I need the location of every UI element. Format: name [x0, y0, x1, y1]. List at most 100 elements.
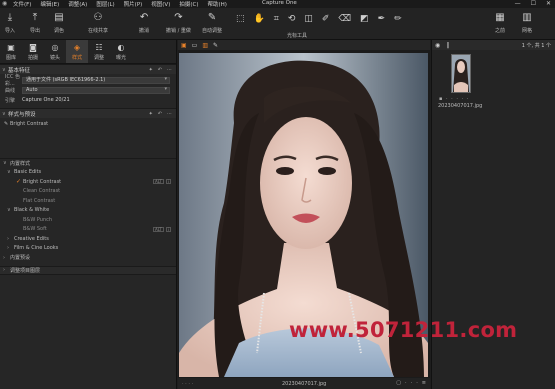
group-black-white[interactable]: ∨ Black & White: [0, 206, 176, 216]
reset-icon[interactable]: ↶: [158, 67, 162, 73]
style-item-clean-contrast[interactable]: Clean Contrast: [0, 187, 176, 197]
frame-icon[interactable]: ▢: [396, 380, 401, 386]
import-button[interactable]: ⤓ 导入: [5, 11, 15, 34]
hand-icon[interactable]: ✋: [254, 14, 265, 24]
layer-adjust-header[interactable]: › 调整项目图层: [0, 265, 176, 275]
tab-adjust[interactable]: ☷ 调整: [88, 40, 110, 63]
app-icon: ◉: [2, 0, 8, 7]
applied-style-name: Bright Contrast: [10, 120, 49, 127]
picker-icon[interactable]: ✒: [378, 14, 386, 24]
tab-lens[interactable]: ◎ 镜头: [44, 40, 66, 63]
builtin-presets-header[interactable]: › 内置预设: [0, 253, 176, 263]
redo-icon: ↷: [174, 12, 183, 23]
pin-icon[interactable]: ✦: [149, 67, 153, 73]
tab-styles[interactable]: ◈ 样式: [66, 40, 88, 63]
applied-style: ✎ Bright Contrast: [0, 118, 176, 129]
icc-profile-select[interactable]: 通用于文件 (sRGB IEC61966-2.1): [22, 76, 170, 84]
style-item-flat-contrast[interactable]: Flat Contrast: [0, 196, 176, 206]
undo-icon: ↶: [139, 12, 149, 23]
menu-photo[interactable]: 照片(P): [124, 0, 143, 8]
keystone-icon[interactable]: ◫: [304, 14, 313, 24]
compare-view-icon[interactable]: ▭: [192, 42, 198, 49]
manage-button[interactable]: ▤ 调色: [54, 11, 64, 34]
window-controls: — ☐ ✕: [515, 0, 551, 7]
menu-file[interactable]: 文件(F): [13, 0, 31, 8]
menu-help[interactable]: 帮助(H): [207, 0, 226, 8]
chevron-right-icon: ›: [7, 235, 9, 242]
style-badges: ALT i: [153, 179, 171, 184]
menu-icon[interactable]: ≡: [422, 380, 426, 386]
pin-icon[interactable]: ✦: [149, 111, 153, 117]
menu-view[interactable]: 视图(V): [151, 0, 170, 8]
style-item-bw-soft[interactable]: B&W Soft ALT i: [0, 225, 176, 235]
share-button[interactable]: ⚇ 在线共享: [88, 11, 108, 34]
styles-presets-header[interactable]: ∨ 样式与预设 ✦ ↶ ⋯: [0, 108, 176, 118]
style-badges: ALT i: [153, 226, 171, 232]
multi-view-icon[interactable]: ▥: [202, 42, 208, 49]
curve-select[interactable]: Auto: [22, 86, 170, 94]
section-tools: ✦ ↶ ⋯: [149, 67, 172, 73]
single-view-icon[interactable]: ▣: [181, 42, 187, 49]
basic-characteristics-header[interactable]: ∨ 基本特征 ✦ ↶ ⋯: [0, 64, 176, 74]
undo-button[interactable]: ↶ 撤消: [139, 11, 149, 34]
more-icon[interactable]: ⋯: [167, 67, 172, 73]
chevron-right-icon: ›: [3, 267, 5, 274]
thumbnail[interactable]: [451, 54, 471, 93]
tools-panel: ▣ 图库 ◙ 拍摄 ◎ 镜头 ◈ 样式 ☷ 调整 ◐ 曝光 ∨ 基本特征 ✦ ↶: [0, 40, 177, 389]
tool-tabs: ▣ 图库 ◙ 拍摄 ◎ 镜头 ◈ 样式 ☷ 调整 ◐ 曝光: [0, 40, 176, 64]
tab-label: 曝光: [115, 55, 126, 61]
section-title: 样式与预设: [8, 111, 36, 118]
style-item-bright-contrast[interactable]: ✓ Bright Contrast ALT i: [0, 177, 176, 187]
redo-button[interactable]: ↷ 撤销 / 重做: [166, 11, 191, 34]
style-item-bw-punch[interactable]: B&W Punch: [0, 215, 176, 225]
edit-icon[interactable]: ✎: [213, 42, 218, 49]
menu-capture[interactable]: 拍摄(C): [179, 0, 198, 8]
tab-exposure[interactable]: ◐ 曝光: [110, 40, 132, 63]
workspace-button[interactable]: ▦ 之前: [495, 11, 505, 34]
menu-layer[interactable]: 图层(L): [96, 0, 114, 8]
dot-icon: ·: [416, 380, 418, 386]
group-creative-edits[interactable]: › Creative Edits: [0, 234, 176, 244]
image-count: 1 个, 共 1 个: [521, 43, 551, 49]
annotate-icon[interactable]: ✏: [394, 14, 402, 24]
eye-icon[interactable]: ◉: [435, 42, 440, 49]
eraser-icon[interactable]: ⌫: [338, 14, 351, 24]
pause-icon[interactable]: ‖: [446, 42, 449, 49]
redo-label: 撤销 / 重做: [166, 28, 191, 34]
window-title: Capture One: [262, 0, 297, 6]
export-button[interactable]: ⤒ 导出: [30, 11, 40, 34]
brush-icon[interactable]: ✐: [322, 14, 330, 24]
viewer-footer: · · · · 20230407017.jpg ▢ · · · ≡: [178, 378, 430, 389]
rotate-icon[interactable]: ⟲: [288, 14, 296, 24]
info-icon[interactable]: i: [165, 179, 171, 184]
auto-adjust-button[interactable]: ✎ 自动调整: [202, 11, 222, 34]
reset-icon[interactable]: ↶: [158, 111, 162, 117]
styles-stack-area: [0, 129, 176, 158]
style-label: Flat Contrast: [23, 197, 56, 204]
tab-library[interactable]: ▣ 图库: [0, 40, 22, 63]
grid-button[interactable]: ▥ 网格: [522, 11, 532, 34]
share-label: 在线共享: [88, 28, 109, 34]
grid-icon: ▥: [522, 12, 532, 23]
curve-label: 曲线: [5, 87, 16, 94]
menu-edit[interactable]: 编辑(E): [40, 0, 59, 8]
crop-icon[interactable]: ⌗: [274, 14, 279, 24]
info-icon[interactable]: i: [165, 226, 171, 232]
group-basic-edits[interactable]: ∨ Basic Edits: [0, 168, 176, 178]
minimize-icon[interactable]: —: [515, 0, 521, 7]
group-film-cine[interactable]: › Film & Cine Looks: [0, 244, 176, 254]
builtin-styles-header[interactable]: ∨ 内置样式: [0, 158, 176, 168]
menu-adjust[interactable]: 调整(A): [68, 0, 87, 8]
workspace-label: 之前: [495, 28, 506, 34]
tab-capture[interactable]: ◙ 拍摄: [22, 40, 44, 63]
group-name: Black & White: [14, 207, 50, 214]
gradient-icon[interactable]: ◩: [360, 14, 369, 24]
chevron-down-icon: ∨: [3, 160, 7, 167]
more-icon[interactable]: ⋯: [167, 111, 172, 117]
select-icon[interactable]: ⬚: [236, 14, 245, 24]
manage-label: 调色: [54, 28, 65, 34]
maximize-icon[interactable]: ☐: [531, 0, 536, 7]
auto-adjust-label: 自动调整: [202, 28, 223, 34]
close-icon[interactable]: ✕: [546, 0, 551, 7]
thumbnail-rating[interactable]: ▪ · · · · ·: [439, 96, 469, 102]
